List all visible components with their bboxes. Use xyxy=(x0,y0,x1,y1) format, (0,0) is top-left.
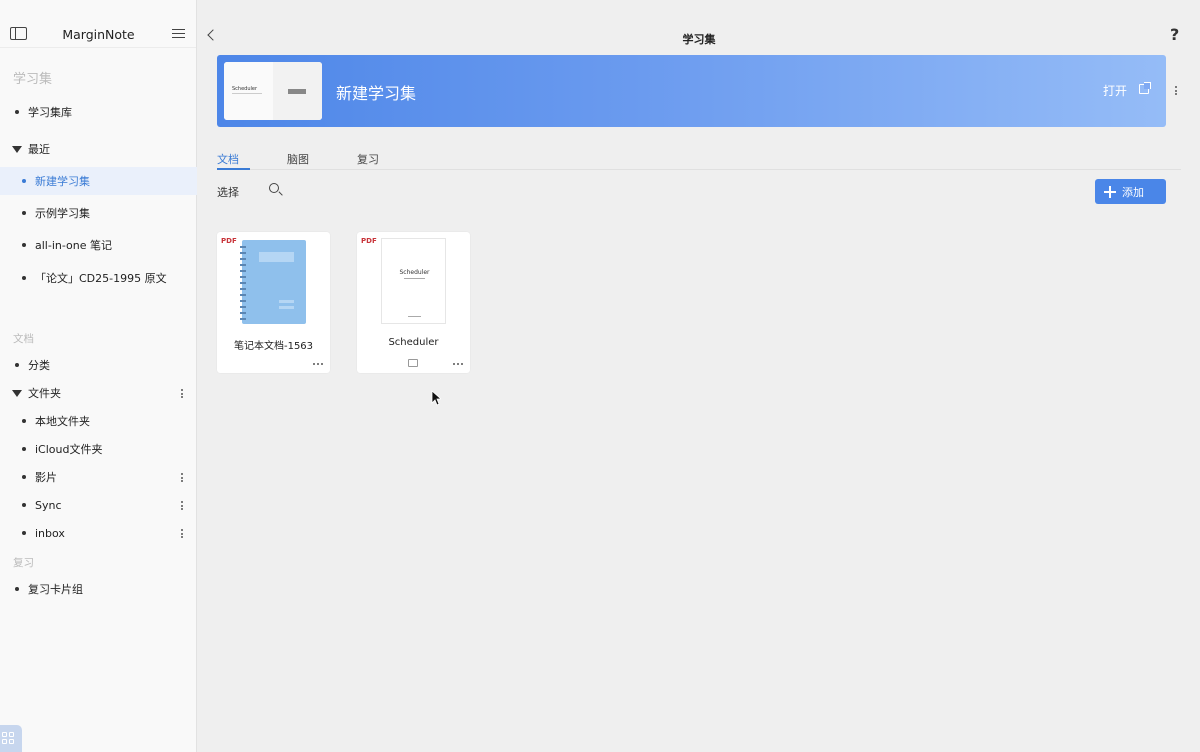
tab-mindmap[interactable]: 脑图 xyxy=(287,151,309,167)
grid-square-icon xyxy=(9,739,14,744)
page-thumbnail-title: Scheduler xyxy=(399,269,430,276)
notebook-title: 新建学习集 xyxy=(336,84,417,103)
active-tab-indicator xyxy=(217,168,250,170)
add-button-label: 添加 xyxy=(1122,185,1144,199)
bullet-icon xyxy=(22,447,26,451)
sidebar-item-label: inbox xyxy=(35,526,65,540)
bullet-icon xyxy=(15,363,19,367)
bullet-icon xyxy=(15,110,19,114)
notebook-banner[interactable]: Scheduler 新建学习集 打开 xyxy=(217,55,1166,127)
notebook-thumbnail[interactable]: Scheduler xyxy=(224,62,322,120)
bullet-icon xyxy=(22,211,26,215)
bullet-icon xyxy=(15,587,19,591)
sidebar-item-folders[interactable]: 文件夹 xyxy=(0,379,197,407)
sidebar-item-label: 复习卡片组 xyxy=(28,583,83,596)
page-title: 学习集 xyxy=(682,33,716,46)
document-card[interactable]: PDF 笔记本文档-1563 xyxy=(217,232,330,373)
select-button[interactable]: 选择 xyxy=(217,184,239,200)
sidebar-item-label: 分类 xyxy=(28,359,50,372)
bullet-icon xyxy=(22,179,26,183)
bullet-icon xyxy=(22,503,26,507)
sidebar-item-categories[interactable]: 分类 xyxy=(0,351,197,379)
document-page-thumbnail: Scheduler xyxy=(381,238,446,324)
external-link-icon[interactable] xyxy=(1139,82,1151,94)
apps-grid-button[interactable] xyxy=(0,725,22,752)
document-name: 笔记本文档-1563 xyxy=(233,341,314,352)
sidebar-item-recent-notebook[interactable]: all-in-one 笔记 xyxy=(0,231,197,259)
document-card[interactable]: PDF Scheduler Scheduler xyxy=(357,232,470,373)
expand-triangle-icon[interactable] xyxy=(12,389,22,397)
banner-more-icon[interactable] xyxy=(1175,86,1178,96)
app-title: MarginNote xyxy=(62,27,135,42)
main-content: 学习集 ? Scheduler 新建学习集 打开 文档 脑图 复习 选择 添加 … xyxy=(198,0,1200,752)
bullet-icon xyxy=(22,531,26,535)
sidebar-item-folder[interactable]: inbox xyxy=(0,519,197,547)
menu-icon[interactable] xyxy=(172,29,185,39)
plus-icon xyxy=(1104,185,1116,198)
document-name: Scheduler xyxy=(388,337,439,348)
sidebar-item-notebook-library[interactable]: 学习集库 xyxy=(0,98,197,126)
section-review-heading: 复习 xyxy=(13,557,34,569)
grid-square-icon xyxy=(2,732,7,737)
section-notebooks-heading: 学习集 xyxy=(13,72,53,87)
notebook-cover-thumbnail xyxy=(240,240,306,324)
bullet-icon xyxy=(22,475,26,479)
help-icon[interactable]: ? xyxy=(1170,25,1179,44)
sidebar-item-recent-notebook[interactable]: 「论文」CD25-1995 原文 xyxy=(0,264,197,292)
mouse-cursor-icon xyxy=(431,390,441,406)
sidebar-item-recent[interactable]: 最近 xyxy=(0,135,197,163)
sidebar-item-review-cards[interactable]: 复习卡片组 xyxy=(0,575,197,603)
bullet-icon xyxy=(22,243,26,247)
tab-documents[interactable]: 文档 xyxy=(217,151,239,167)
more-icon[interactable] xyxy=(313,363,324,366)
sidebar: MarginNote 学习集 学习集库 最近 新建学习集 示例学习集 all-i… xyxy=(0,0,197,752)
open-button[interactable]: 打开 xyxy=(1103,82,1127,99)
sidebar-item-label: 新建学习集 xyxy=(35,175,90,188)
sidebar-item-label: 影片 xyxy=(35,471,57,484)
more-icon[interactable] xyxy=(181,529,184,539)
sidebar-item-folder[interactable]: iCloud文件夹 xyxy=(0,435,197,463)
section-documents-heading: 文档 xyxy=(13,333,34,345)
sidebar-item-label: 本地文件夹 xyxy=(35,415,90,428)
thumbnail-title: Scheduler xyxy=(232,86,258,92)
sidebar-item-label: all-in-one 笔记 xyxy=(35,239,112,252)
sidebar-item-label: 最近 xyxy=(28,143,50,156)
expand-triangle-icon[interactable] xyxy=(12,145,22,153)
add-button[interactable]: 添加 xyxy=(1095,179,1166,204)
tab-bar: 文档 脑图 复习 xyxy=(217,148,1181,170)
sidebar-item-label: 「论文」CD25-1995 原文 xyxy=(35,272,167,285)
sidebar-item-label: 示例学习集 xyxy=(35,207,90,220)
grid-square-icon xyxy=(2,739,7,744)
grid-square-icon xyxy=(9,732,14,737)
sidebar-item-label: 文件夹 xyxy=(28,387,61,400)
sidebar-item-label: 学习集库 xyxy=(28,106,72,119)
sidebar-item-folder[interactable]: 影片 xyxy=(0,463,197,491)
sidebar-item-folder[interactable]: Sync xyxy=(0,491,197,519)
search-icon[interactable] xyxy=(269,183,279,193)
more-icon[interactable] xyxy=(181,473,184,483)
more-icon[interactable] xyxy=(453,363,464,366)
sidebar-header: MarginNote xyxy=(0,0,196,48)
bullet-icon xyxy=(22,419,26,423)
sidebar-item-label: Sync xyxy=(35,498,62,512)
bullet-icon xyxy=(22,276,26,280)
sidebar-item-recent-notebook[interactable]: 新建学习集 xyxy=(0,167,197,195)
more-icon[interactable] xyxy=(181,389,184,399)
sidebar-item-recent-notebook[interactable]: 示例学习集 xyxy=(0,199,197,227)
pdf-badge: PDF xyxy=(221,237,237,245)
sidebar-item-label: iCloud文件夹 xyxy=(35,443,103,456)
folder-icon xyxy=(408,359,418,367)
tab-review[interactable]: 复习 xyxy=(357,151,379,167)
pdf-badge: PDF xyxy=(361,237,377,245)
more-icon[interactable] xyxy=(181,501,184,511)
sidebar-item-folder[interactable]: 本地文件夹 xyxy=(0,407,197,435)
